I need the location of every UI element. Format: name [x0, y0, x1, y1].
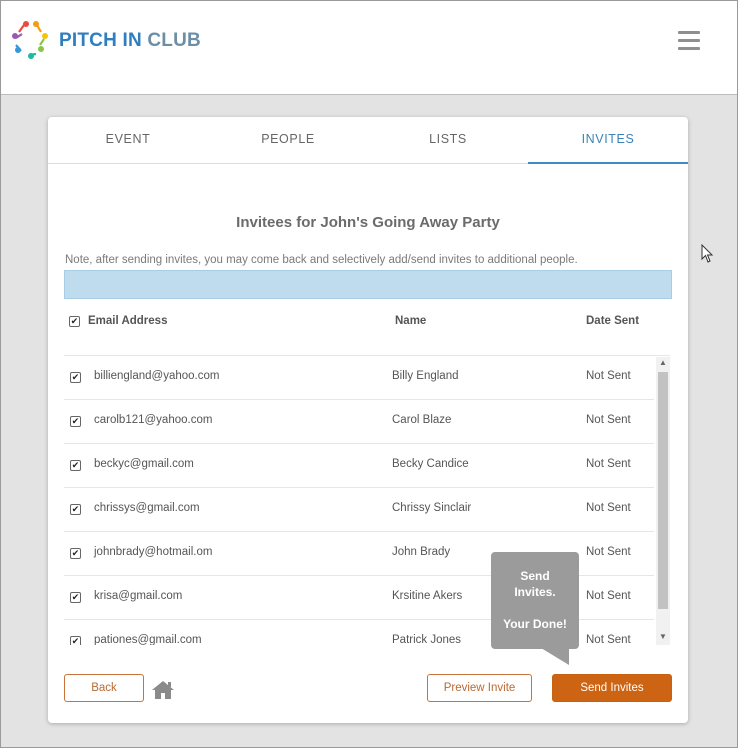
row-checkbox[interactable]: ✔: [70, 460, 81, 471]
invitee-email: chrissys@gmail.com: [94, 502, 200, 514]
invitee-date-sent: Not Sent: [586, 414, 631, 426]
table-row: ✔ billiengland@yahoo.com Billy England N…: [64, 356, 654, 400]
tab-lists[interactable]: LISTS: [368, 117, 528, 164]
tab-bar: EVENT PEOPLE LISTS INVITES: [48, 117, 688, 164]
people-circle-logo: [12, 21, 48, 59]
selection-highlight-bar: [64, 270, 672, 299]
list-scrollbar[interactable]: ▲ ▼: [656, 357, 670, 645]
invitee-email: pationes@gmail.com: [94, 634, 202, 645]
invites-card: EVENT PEOPLE LISTS INVITES Invitees for …: [48, 117, 688, 723]
scrollbar-thumb[interactable]: [658, 372, 668, 609]
tooltip-line-3: Your Done!: [503, 617, 567, 631]
invitee-name: Patrick Jones: [392, 634, 462, 645]
column-header-date-sent: Date Sent: [586, 315, 640, 327]
invitee-name: Krsitine Akers: [392, 590, 463, 602]
invitee-list: ✔ billiengland@yahoo.com Billy England N…: [64, 355, 670, 645]
row-checkbox[interactable]: ✔: [70, 372, 81, 383]
invitee-email: carolb121@yahoo.com: [94, 414, 213, 426]
invitee-date-sent: Not Sent: [586, 590, 631, 602]
invitee-email: johnbrady@hotmail.om: [94, 546, 213, 558]
invitee-date-sent: Not Sent: [586, 370, 631, 382]
invitee-name: John Brady: [392, 546, 451, 558]
table-row: ✔ beckyc@gmail.com Becky Candice Not Sen…: [64, 444, 654, 488]
invitee-name: Chrissy Sinclair: [392, 502, 472, 514]
invitee-email: billiengland@yahoo.com: [94, 370, 220, 382]
tooltip-line-1: Send: [520, 569, 550, 583]
scroll-down-arrow-icon[interactable]: ▼: [656, 631, 670, 643]
row-checkbox[interactable]: ✔: [70, 416, 81, 427]
tooltip-line-2: Invites.: [514, 585, 556, 599]
info-note: Note, after sending invites, you may com…: [65, 254, 578, 266]
tab-people[interactable]: PEOPLE: [208, 117, 368, 164]
app-header: PITCH IN CLUB: [1, 1, 737, 95]
table-row: ✔ carolb121@yahoo.com Carol Blaze Not Se…: [64, 400, 654, 444]
invitee-date-sent: Not Sent: [586, 502, 631, 514]
tab-event[interactable]: EVENT: [48, 117, 208, 164]
invitee-date-sent: Not Sent: [586, 634, 631, 645]
hamburger-icon[interactable]: [678, 31, 700, 53]
tooltip-pointer: [541, 648, 569, 665]
preview-invite-button[interactable]: Preview Invite: [427, 674, 532, 702]
invitee-name: Billy England: [392, 370, 459, 382]
brand-part-2: CLUB: [147, 30, 201, 51]
scroll-up-arrow-icon[interactable]: ▲: [656, 357, 670, 369]
back-button[interactable]: Back: [64, 674, 144, 702]
brand-name: PITCH IN CLUB: [59, 30, 201, 52]
home-icon[interactable]: [151, 679, 175, 701]
invitee-email: krisa@gmail.com: [94, 590, 183, 602]
invitee-email: beckyc@gmail.com: [94, 458, 194, 470]
mouse-cursor-icon: [701, 244, 714, 263]
column-header-name: Name: [395, 315, 427, 327]
row-checkbox[interactable]: ✔: [70, 636, 81, 645]
invitee-name: Carol Blaze: [392, 414, 452, 426]
invitee-date-sent: Not Sent: [586, 458, 631, 470]
send-invites-button[interactable]: Send Invites: [552, 674, 672, 702]
table-row: ✔ chrissys@gmail.com Chrissy Sinclair No…: [64, 488, 654, 532]
row-checkbox[interactable]: ✔: [70, 504, 81, 515]
invitee-date-sent: Not Sent: [586, 546, 631, 558]
row-checkbox[interactable]: ✔: [70, 592, 81, 603]
tab-invites[interactable]: INVITES: [528, 117, 688, 164]
row-checkbox[interactable]: ✔: [70, 548, 81, 559]
page-title: Invitees for John's Going Away Party: [236, 214, 500, 231]
column-header-email: Email Address: [88, 315, 168, 327]
brand-part-1: PITCH IN: [59, 30, 142, 51]
select-all-checkbox[interactable]: ✔: [69, 316, 80, 327]
send-invites-tooltip: Send Invites. Your Done!: [491, 552, 579, 665]
invitee-name: Becky Candice: [392, 458, 469, 470]
